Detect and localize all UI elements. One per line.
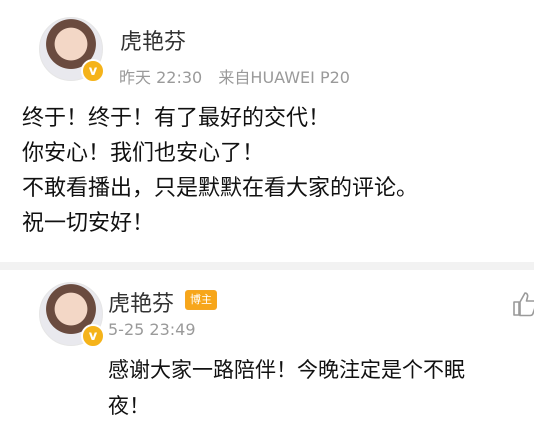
post-source[interactable]: HUAWEI P20	[250, 68, 350, 87]
post-time: 昨天 22:30	[119, 68, 203, 87]
post-meta: 昨天 22:30 来自HUAWEI P20	[119, 64, 350, 88]
section-divider	[0, 262, 534, 270]
comment-time: 5-25 23:49	[108, 320, 196, 339]
comment-line: 夜！	[108, 394, 150, 418]
post-body: 终于！终于！有了最好的交代！ 你安心！我们也安心了！ 不敢看播出，只是默默在看大…	[22, 101, 534, 241]
blogger-badge: 博主	[185, 290, 217, 310]
thumbs-up-icon[interactable]	[511, 290, 534, 318]
author-avatar[interactable]: v	[39, 17, 105, 83]
comment-author-avatar[interactable]: v	[39, 282, 105, 348]
post-source-prefix: 来自	[218, 68, 251, 87]
weibo-post: v 虎艳芬 昨天 22:30 来自HUAWEI P20 终于！终于！有了最好的交…	[0, 0, 534, 262]
comment-line: 感谢大家一路陪伴！今晚注定是个不眠	[108, 358, 465, 382]
post-line: 祝一切安好！	[22, 211, 155, 236]
verified-icon: v	[81, 324, 105, 348]
comment-body: 感谢大家一路陪伴！今晚注定是个不眠 夜！	[108, 352, 465, 424]
post-line: 你安心！我们也安心了！	[22, 141, 265, 166]
verified-icon: v	[81, 59, 105, 83]
post-line: 终于！终于！有了最好的交代！	[22, 106, 331, 131]
author-name[interactable]: 虎艳芬	[120, 24, 186, 56]
comment-author-name[interactable]: 虎艳芬	[108, 286, 174, 318]
post-line: 不敢看播出，只是默默在看大家的评论。	[22, 176, 419, 201]
comment-item: v 虎艳芬 博主 5-25 23:49 感谢大家一路陪伴！今晚注定是个不眠 夜！	[0, 270, 534, 424]
